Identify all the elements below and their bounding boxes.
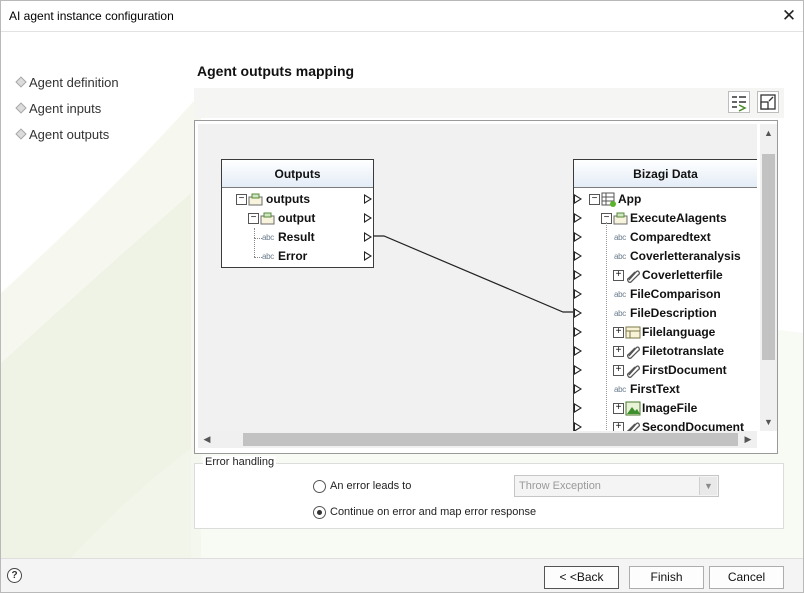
chevron-down-icon[interactable]: ▼ [699,477,717,495]
error-action-select[interactable]: Throw Exception ▼ [514,475,719,497]
help-icon[interactable]: ? [7,568,22,583]
nav-item-label: Agent inputs [29,101,102,116]
auto-map-button[interactable] [728,91,750,113]
page-title: Agent outputs mapping [197,63,355,79]
auto-map-icon [732,96,747,112]
window-title: AI agent instance configuration [9,9,174,23]
vertical-scroll-thumb[interactable] [762,154,775,360]
nav-item-label: Agent outputs [29,127,110,142]
dialog-footer: ? < <Back Finish Cancel [1,558,803,592]
fit-view-button[interactable] [757,91,779,113]
cancel-button[interactable]: Cancel [709,566,784,589]
nav-item-label: Agent definition [29,75,119,90]
continue-on-error-radio[interactable] [313,506,326,519]
title-bar: AI agent instance configuration ✕ [1,1,803,32]
continue-on-error-label[interactable]: Continue on error and map error response [330,506,536,518]
dialog-window: AI agent instance configuration ✕ Agent … [0,0,804,593]
mapping-toolbar [194,88,784,118]
scroll-down-icon[interactable]: ▼ [760,413,777,431]
error-handling-group: Error handling An error leads to Throw E… [194,456,784,529]
mapping-canvas[interactable]: Outputs − outputs − output abc Result ab… [194,120,778,454]
fit-view-icon [760,94,776,110]
error-leads-to-radio[interactable] [313,480,326,493]
scroll-up-icon[interactable]: ▲ [760,124,777,142]
scroll-left-icon[interactable]: ◀ [198,431,216,448]
back-button[interactable]: < <Back [544,566,619,589]
horizontal-scroll-thumb[interactable] [243,433,738,446]
error-leads-to-label[interactable]: An error leads to [330,480,411,492]
vertical-scrollbar[interactable]: ▲ ▼ [760,124,777,431]
horizontal-scrollbar[interactable]: ◀ ▶ [198,431,757,448]
close-icon[interactable]: ✕ [776,4,802,28]
error-action-value: Throw Exception [519,480,601,492]
mapping-area: Outputs − outputs − output abc Result ab… [198,124,757,431]
finish-button[interactable]: Finish [629,566,704,589]
error-handling-legend: Error handling [203,456,277,468]
scroll-right-icon[interactable]: ▶ [739,431,757,448]
mapping-connection[interactable] [198,124,757,431]
